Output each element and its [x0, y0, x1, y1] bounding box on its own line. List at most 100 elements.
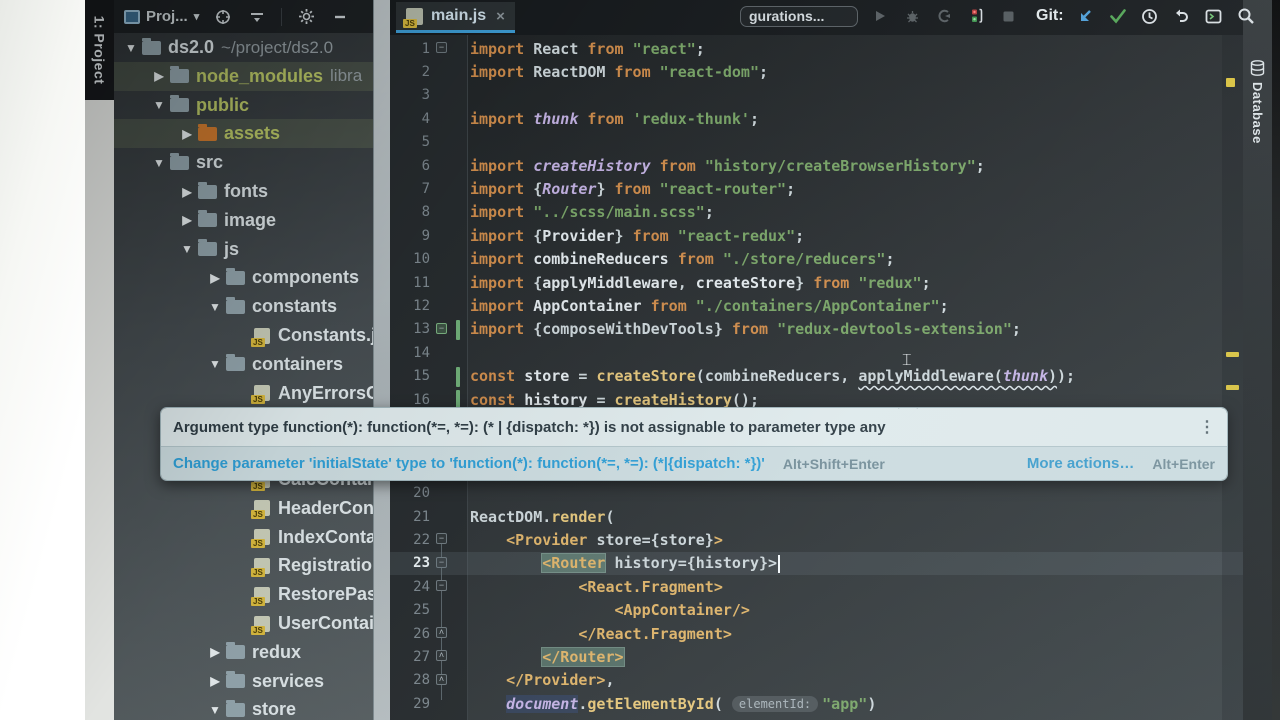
run-configurations-select[interactable]: gurations... [740, 5, 858, 27]
chevron-expanded-icon[interactable]: ▼ [208, 300, 222, 314]
git-commit-icon[interactable] [1108, 6, 1128, 26]
error-stripe[interactable] [1222, 35, 1243, 720]
code-line-13[interactable]: 13 import {composeWithDevTools} from "red… [390, 318, 1243, 341]
tree-item-registration[interactable]: Registration [114, 551, 390, 580]
code-line-22[interactable]: 22 <Provider store={store}> [390, 528, 1243, 551]
code-line-9[interactable]: 9 import {Provider} from "react-redux"; [390, 224, 1243, 247]
tree-item-constants-js[interactable]: Constants.js [114, 321, 390, 350]
code-line-30[interactable]: 30) [390, 716, 1243, 720]
tree-item-headercont[interactable]: HeaderCont [114, 494, 390, 523]
code-line-3[interactable]: 3 [390, 84, 1243, 107]
warning-stripe-mark[interactable] [1226, 352, 1239, 357]
chevron-collapsed-icon[interactable]: ▶ [208, 674, 222, 688]
code-line-6[interactable]: 6 import createHistory from "history/crea… [390, 154, 1243, 177]
line-number: 4 [421, 110, 430, 127]
code-line-14[interactable]: 14 [390, 341, 1243, 364]
play-icon[interactable] [870, 6, 890, 26]
chevron-expanded-icon[interactable]: ▼ [152, 98, 166, 112]
quickfix-link[interactable]: Change parameter 'initialState' type to … [173, 455, 765, 472]
code-line-23[interactable]: 23 <Router history={history}> [390, 551, 1243, 575]
code-line-27[interactable]: 27 </Router> [390, 645, 1243, 668]
code-line-29[interactable]: 29 document.getElementById( elementId: "a… [390, 692, 1243, 715]
chevron-collapsed-icon[interactable]: ▶ [152, 69, 166, 83]
tree-item-redux[interactable]: ▶ redux [114, 638, 390, 667]
code-line-10[interactable]: 10 import combineReducers from "./store/r… [390, 248, 1243, 271]
code-line-28[interactable]: 28 </Provider>, [390, 669, 1243, 692]
debug-icon[interactable] [902, 6, 922, 26]
warning-stripe-mark[interactable] [1226, 385, 1239, 390]
code-line-25[interactable]: 25 <AppContainer/> [390, 599, 1243, 622]
kebab-menu-icon[interactable]: ⋮ [1199, 417, 1215, 437]
tab-main-js[interactable]: main.js × [396, 2, 515, 33]
chevron-expanded-icon[interactable]: ▼ [124, 41, 138, 55]
tree-item-anyerrorsco[interactable]: AnyErrorsCo [114, 379, 390, 408]
code-line-5[interactable]: 5 [390, 131, 1243, 154]
tree-item-image[interactable]: ▶ image [114, 206, 390, 235]
tree-item-assets[interactable]: ▶ assets [114, 119, 390, 149]
tool-stripe-project[interactable]: 1: Project [85, 0, 114, 100]
profiler-icon[interactable] [966, 6, 986, 26]
chevron-expanded-icon[interactable]: ▼ [152, 156, 166, 170]
tree-item-src[interactable]: ▼ src [114, 148, 390, 177]
tool-stripe-right: Database [1243, 0, 1272, 720]
tree-item-services[interactable]: ▶ services [114, 667, 390, 696]
chevron-expanded-icon[interactable]: ▼ [180, 242, 194, 256]
tool-stripe-database[interactable]: Database [1243, 60, 1272, 144]
tree-item-js[interactable]: ▼ js [114, 235, 390, 264]
collapse-all-icon[interactable] [247, 7, 267, 27]
code-line-21[interactable]: 21 ReactDOM.render( [390, 505, 1243, 528]
hide-panel-icon[interactable] [330, 7, 350, 27]
terminal-icon[interactable] [1204, 6, 1224, 26]
code-lines[interactable]: 1 import React from "react"; 2 import React… [390, 37, 1243, 720]
tree-item-label: store [252, 699, 297, 720]
code-token: from [587, 39, 633, 58]
chevron-collapsed-icon[interactable]: ▶ [180, 185, 194, 199]
rollback-icon[interactable] [1172, 6, 1192, 26]
chevron-collapsed-icon[interactable]: ▶ [208, 271, 222, 285]
chevron-expanded-icon[interactable]: ▼ [208, 357, 222, 371]
git-update-icon[interactable] [1076, 6, 1096, 26]
locate-file-icon[interactable] [213, 7, 233, 27]
tree-item-components[interactable]: ▶ components [114, 263, 390, 292]
chevron-collapsed-icon[interactable]: ▶ [180, 213, 194, 227]
tree-item-ds2-0[interactable]: ▼ ds2.0 ~/project/ds2.0 [114, 33, 390, 62]
tree-item-usercontain[interactable]: UserContain [114, 609, 390, 638]
project-view-selector[interactable]: Proj... ▾ [124, 8, 199, 25]
code-line-2[interactable]: 2 import ReactDOM from "react-dom"; [390, 60, 1243, 83]
chevron-collapsed-icon[interactable]: ▶ [180, 127, 194, 141]
chevron-expanded-icon[interactable]: ▼ [208, 703, 222, 717]
code-line-24[interactable]: 24 <React.Fragment> [390, 575, 1243, 598]
code-line-7[interactable]: 7 import {Router} from "react-router"; [390, 177, 1243, 200]
tree-item-constants[interactable]: ▼ constants [114, 292, 390, 321]
code-line-11[interactable]: 11 import {applyMiddleware, createStore} … [390, 271, 1243, 294]
tree-item-public[interactable]: ▼ public [114, 91, 390, 120]
code-token: React [533, 39, 588, 58]
code-line-12[interactable]: 12 import AppContainer from "./containers… [390, 294, 1243, 317]
project-tree-scrollbar[interactable] [373, 0, 390, 720]
search-icon[interactable] [1236, 6, 1256, 26]
stop-icon[interactable] [998, 6, 1018, 26]
folder-icon [226, 642, 245, 660]
code-line-8[interactable]: 8 import "../scss/main.scss"; [390, 201, 1243, 224]
tree-item-containers[interactable]: ▼ containers [114, 350, 390, 379]
tree-item-label: image [224, 209, 277, 230]
code-token: from [614, 62, 660, 81]
code-line-1[interactable]: 1 import React from "react"; [390, 37, 1243, 60]
tree-item-restorepass[interactable]: RestorePass [114, 580, 390, 609]
close-icon[interactable]: × [496, 8, 505, 25]
more-actions-link[interactable]: More actions… [1027, 455, 1135, 472]
tree-item-indexcontai[interactable]: IndexContai [114, 523, 390, 552]
tree-item-node-modules[interactable]: ▶ node_modules libra [114, 61, 390, 91]
gear-icon[interactable] [296, 7, 316, 27]
code-line-4[interactable]: 4 import thunk from 'redux-thunk'; [390, 107, 1243, 130]
warning-stripe-mark[interactable] [1226, 78, 1235, 87]
coverage-icon[interactable] [934, 6, 954, 26]
tree-item-store[interactable]: ▼ store [114, 695, 390, 720]
chevron-collapsed-icon[interactable]: ▶ [208, 645, 222, 659]
code-line-15[interactable]: 15 const store = createStore(combineReduc… [390, 365, 1243, 388]
tree-item-fonts[interactable]: ▶ fonts [114, 177, 390, 206]
code-token: applyMiddleware( [858, 367, 1003, 386]
history-icon[interactable] [1140, 6, 1160, 26]
code-line-20[interactable]: 20 [390, 482, 1243, 505]
code-line-26[interactable]: 26 </React.Fragment> [390, 622, 1243, 645]
